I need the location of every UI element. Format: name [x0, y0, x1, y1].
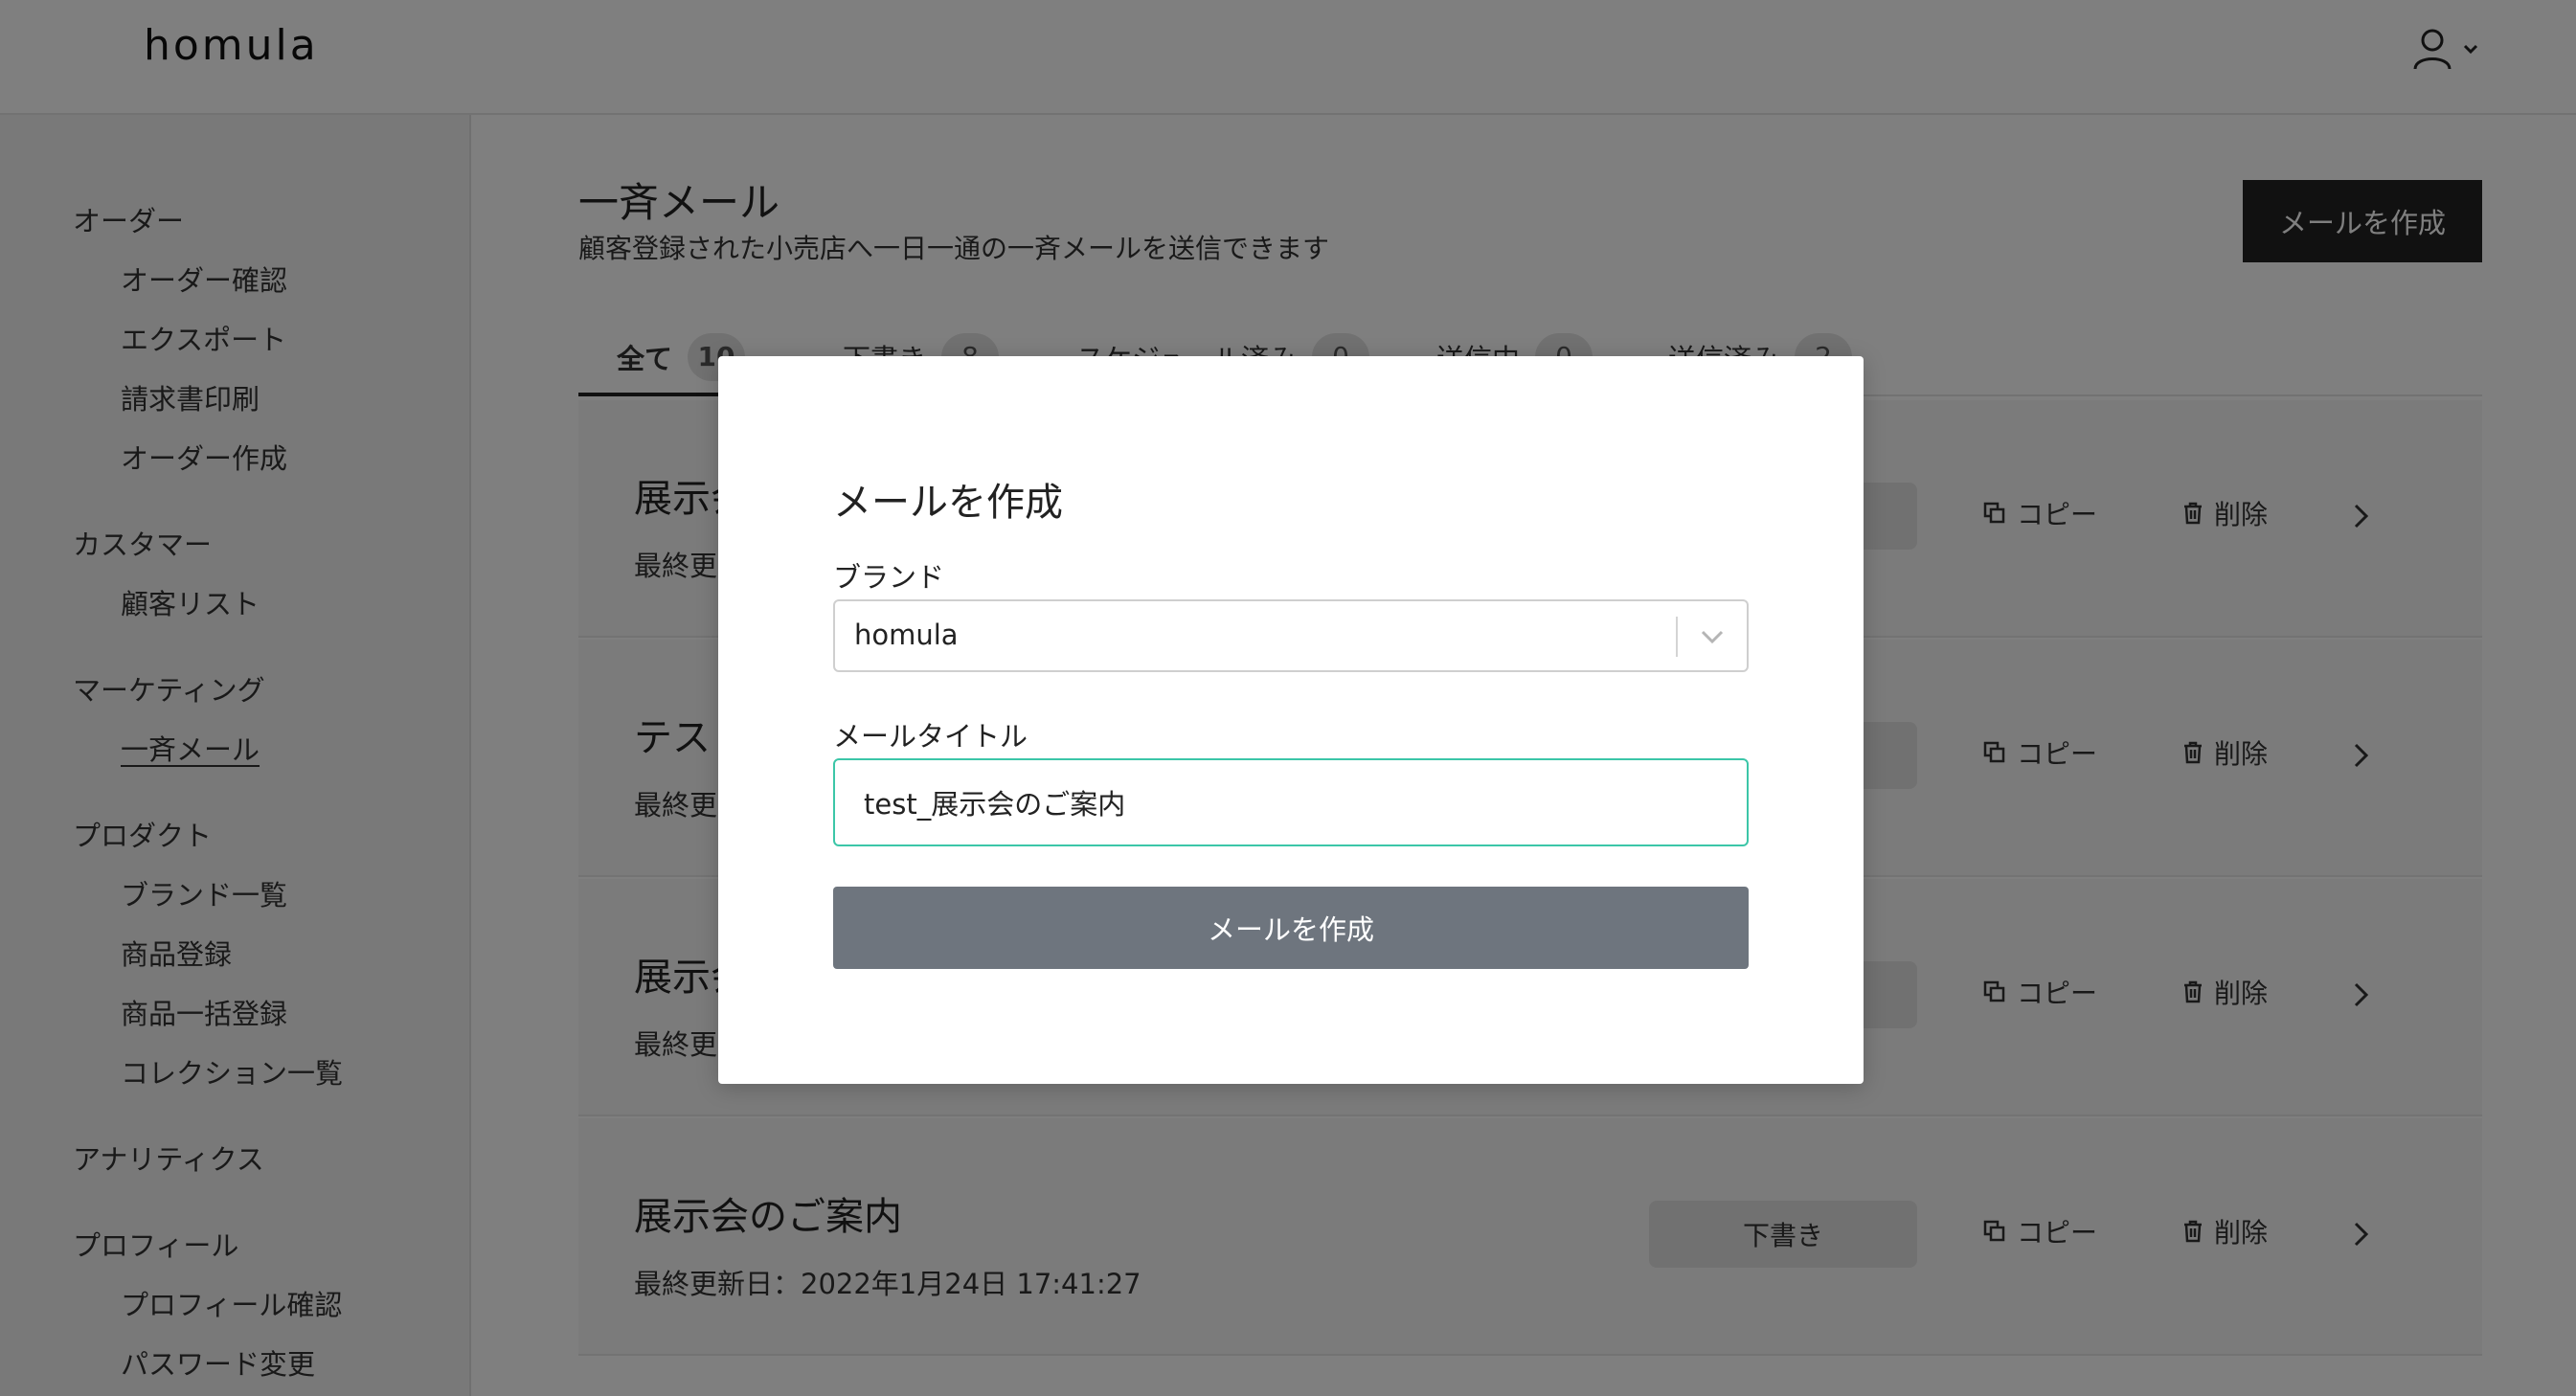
select-divider [1676, 617, 1678, 657]
brand-select[interactable]: homula [833, 599, 1749, 672]
brand-label: ブランド [833, 561, 945, 594]
mail-title-label: メールタイトル [833, 720, 1028, 753]
brand-select-value: homula [854, 619, 959, 651]
modal-title: メールを作成 [833, 481, 1063, 525]
create-mail-modal: メールを作成 ブランド homula メールタイトル メールを作成 [718, 356, 1864, 1084]
chevron-down-icon[interactable] [1697, 622, 1728, 651]
submit-create-mail-button[interactable]: メールを作成 [833, 887, 1749, 969]
mail-title-input[interactable] [833, 758, 1749, 846]
